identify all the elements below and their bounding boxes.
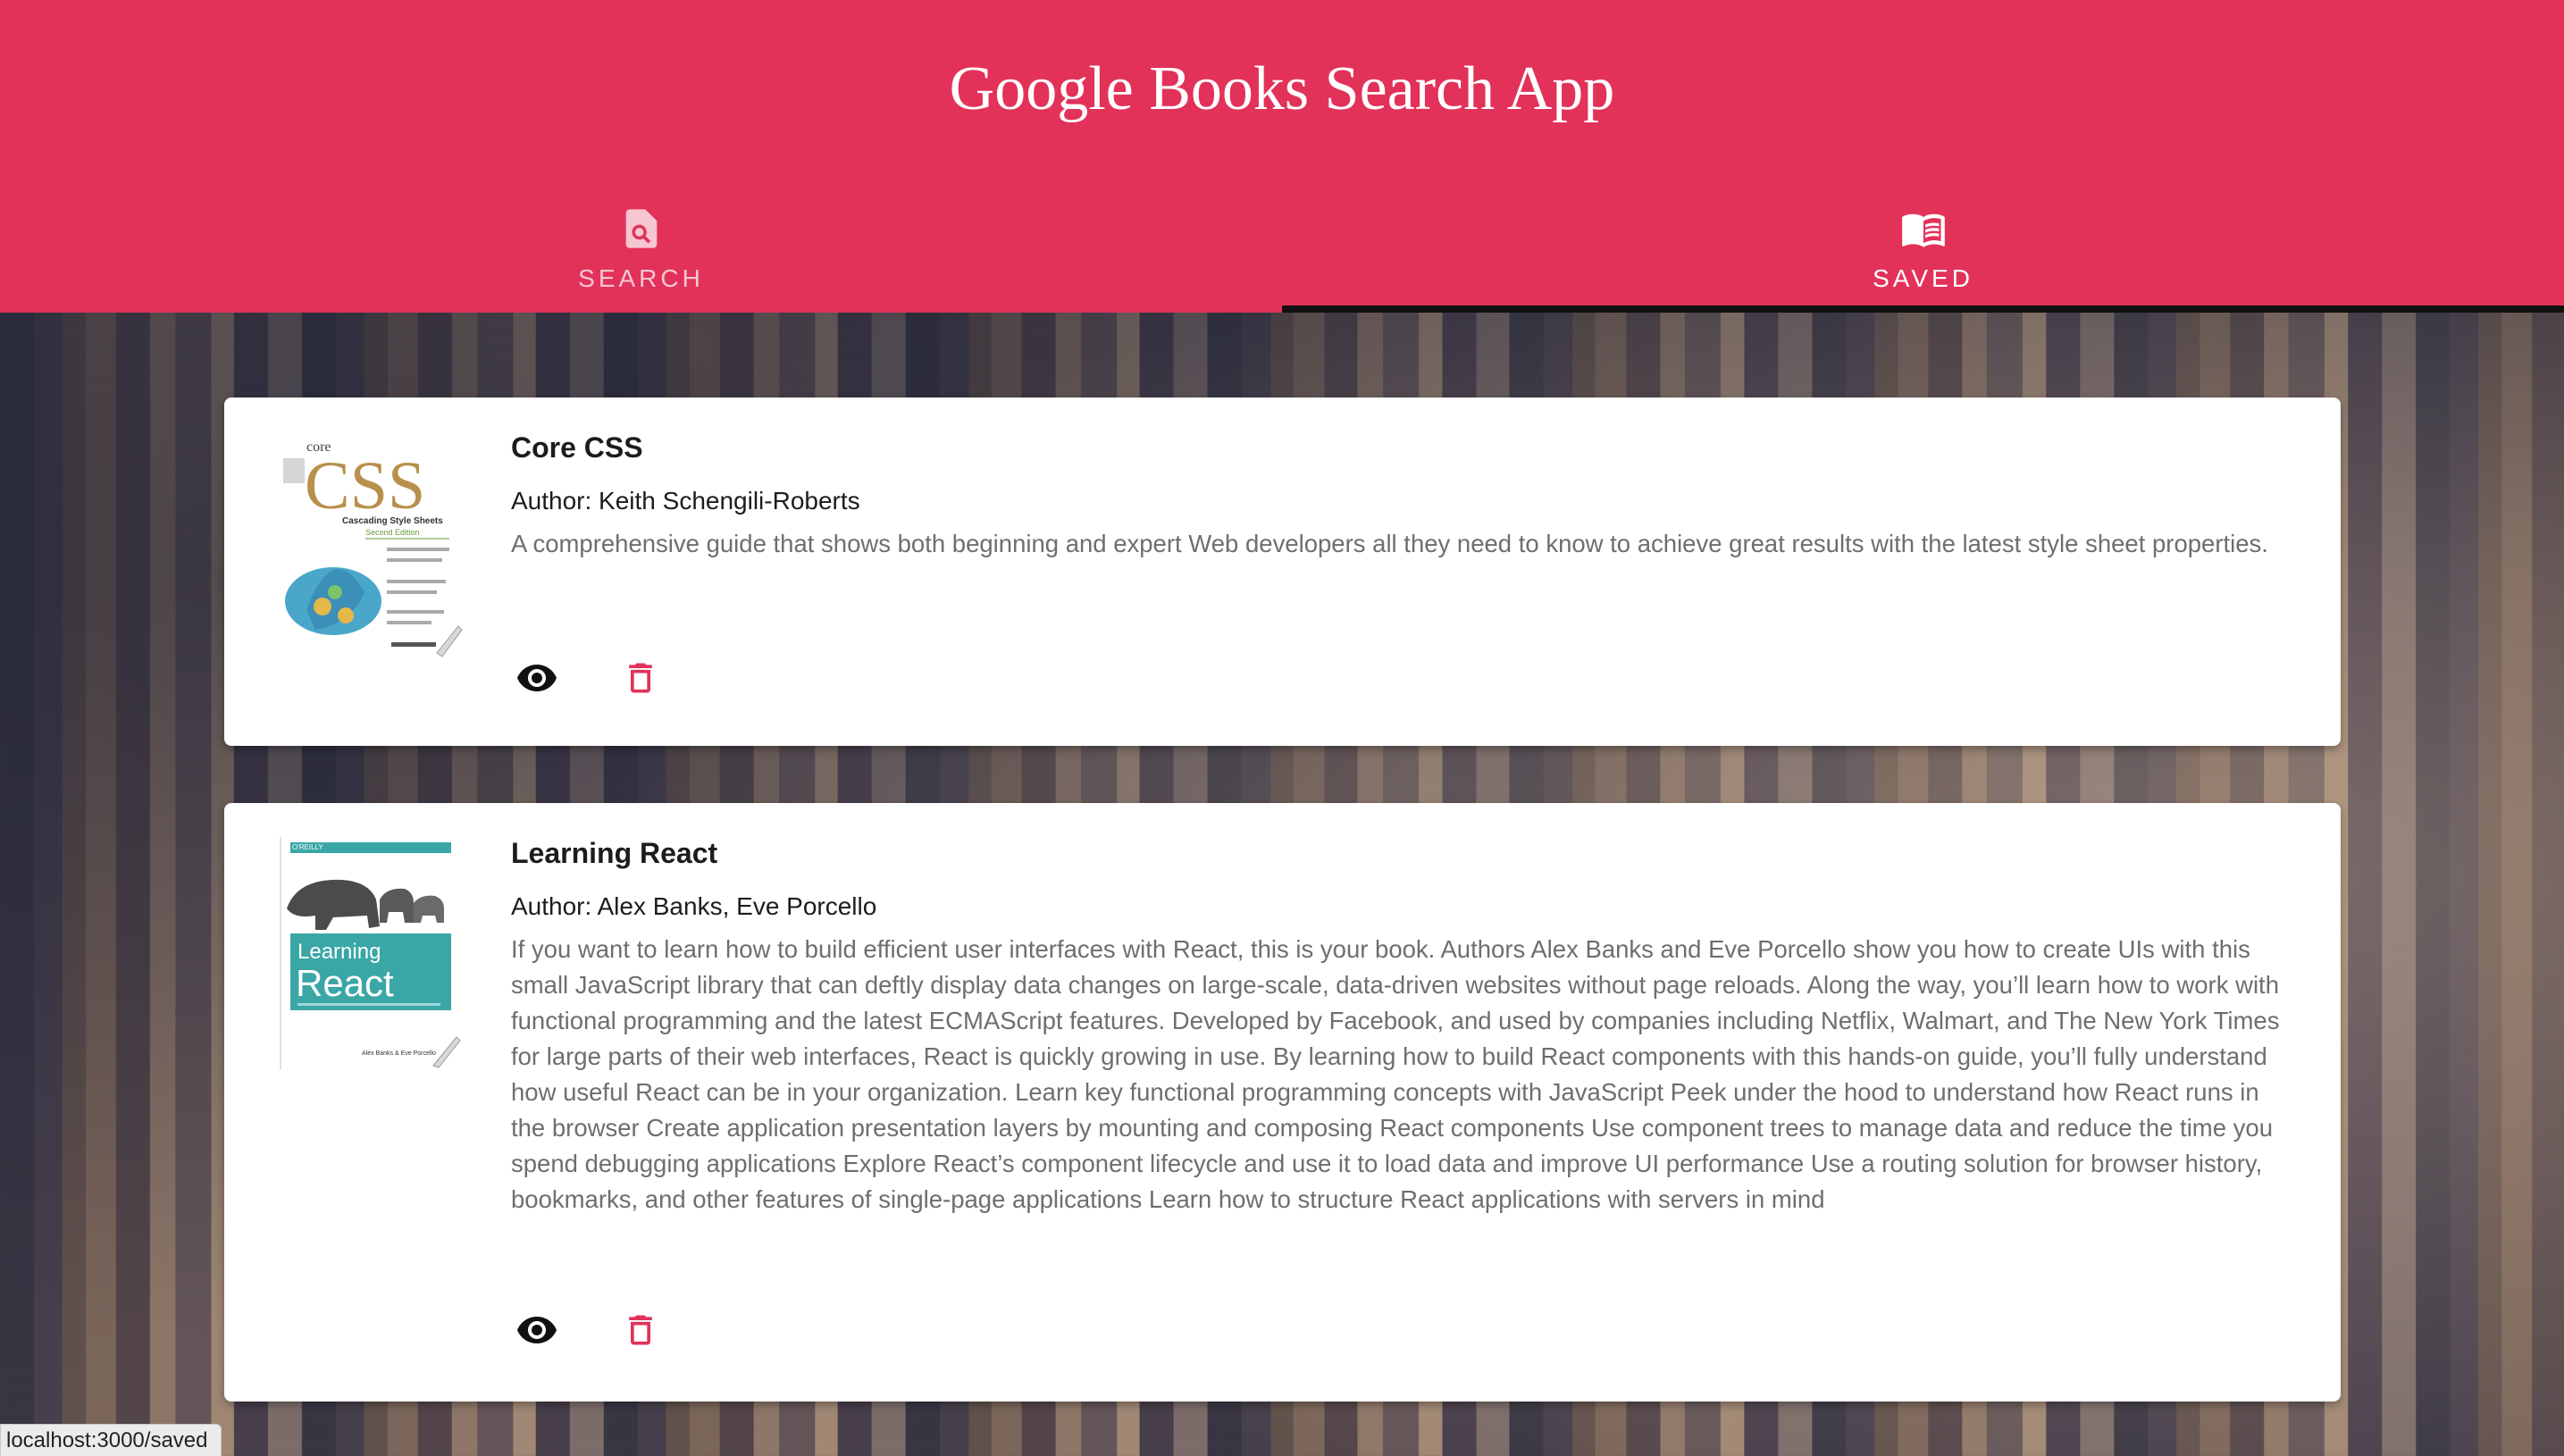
book-author: Author: Keith Schengili-Roberts [511,487,860,515]
book-card: O'REILLY Learning React Alex Banks & Eve… [224,803,2341,1402]
book-title: Learning React [511,837,718,869]
book-cover-image: O'REILLY Learning React Alex Banks & Eve… [280,837,464,1069]
svg-text:CSS: CSS [305,448,425,523]
search-document-icon [625,209,657,248]
svg-text:Cascading Style Sheets: Cascading Style Sheets [342,516,443,526]
active-tab-indicator [1282,305,2564,313]
book-author: Author: Alex Banks, Eve Porcello [511,892,877,920]
svg-text:Second Edition: Second Edition [365,528,420,537]
book-actions [507,1300,671,1360]
eye-icon [517,1317,557,1343]
book-details: Core CSS Author: Keith Schengili-Roberts… [511,430,2285,562]
book-description: If you want to learn how to build effici… [511,935,2280,1213]
svg-text:Alex Banks & Eve Porcello: Alex Banks & Eve Porcello [362,1050,436,1057]
delete-book-button[interactable] [610,1300,671,1360]
tab-search[interactable]: SEARCH [0,197,1282,313]
delete-book-button[interactable] [610,648,671,708]
tab-search-label: SEARCH [578,264,704,292]
book-card: core CSS Cascading Style Sheets Second E… [224,397,2341,746]
svg-text:Learning: Learning [297,940,381,964]
app-bar: Google Books Search App SEARCH SAVED [0,0,2564,313]
book-title: Core CSS [511,431,643,464]
view-book-button[interactable] [507,1300,567,1360]
book-description: A comprehensive guide that shows both be… [511,530,2268,557]
book-actions [507,648,671,708]
core-css-cover: core CSS Cascading Style Sheets Second E… [280,431,464,664]
view-book-button[interactable] [507,648,567,708]
tab-saved-label: SAVED [1873,264,1973,292]
book-cover-image: core CSS Cascading Style Sheets Second E… [280,431,464,664]
open-book-icon [1901,213,1945,247]
tab-bar: SEARCH SAVED [0,197,2564,313]
browser-status-bar: localhost:3000/saved [0,1424,222,1456]
trash-icon [629,1315,652,1345]
trash-icon [629,663,652,693]
app-title: Google Books Search App [949,54,1615,123]
saved-books-list: core CSS Cascading Style Sheets Second E… [224,397,2341,1456]
svg-text:React: React [296,962,394,1004]
svg-text:O'REILLY: O'REILLY [292,843,323,851]
book-details: Learning React Author: Alex Banks, Eve P… [511,835,2285,1218]
eye-icon [517,665,557,691]
tab-saved[interactable]: SAVED [1282,197,2564,313]
learning-react-cover: O'REILLY Learning React Alex Banks & Eve… [280,837,464,1069]
